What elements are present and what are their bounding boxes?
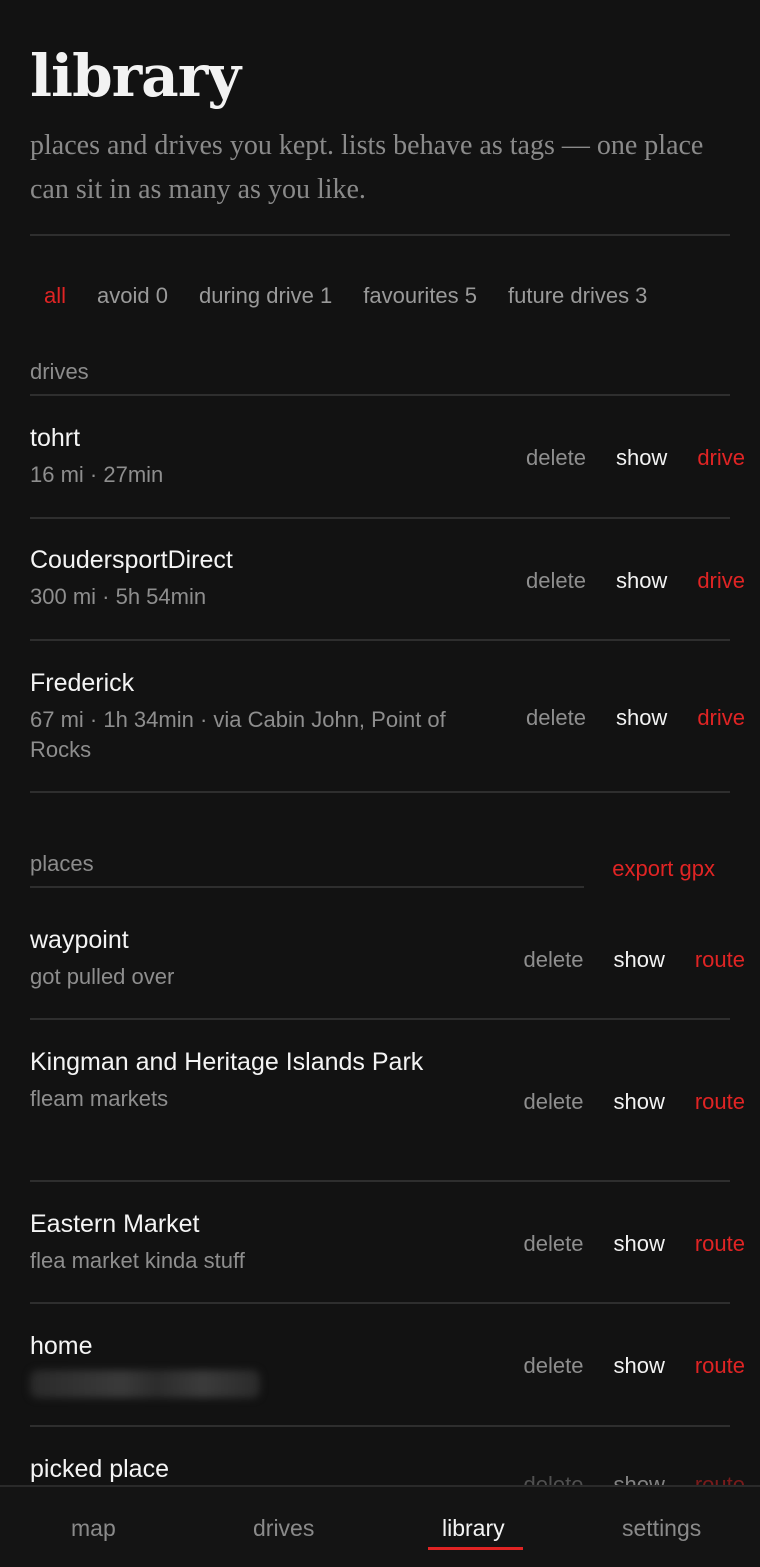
delete-button[interactable]: delete bbox=[524, 1472, 584, 1485]
divider bbox=[30, 234, 730, 236]
bottom-nav: map drives library settings bbox=[0, 1485, 760, 1567]
place-actions: delete show route bbox=[524, 947, 745, 973]
place-actions: delete show route bbox=[524, 1353, 745, 1379]
place-actions: delete show route bbox=[524, 1231, 745, 1257]
show-button[interactable]: show bbox=[616, 705, 667, 731]
page-subtitle: places and drives you kept. lists behave… bbox=[30, 130, 704, 205]
library-page: library places and drives you kept. list… bbox=[0, 0, 760, 1485]
drive-actions: delete show drive bbox=[526, 445, 745, 471]
filter-during-drive[interactable]: during drive 1 bbox=[199, 283, 332, 309]
show-button[interactable]: show bbox=[613, 1353, 664, 1379]
show-button[interactable]: show bbox=[613, 1231, 664, 1257]
nav-settings[interactable]: settings bbox=[622, 1515, 701, 1542]
nav-library[interactable]: library bbox=[442, 1515, 505, 1542]
delete-button[interactable]: delete bbox=[524, 947, 584, 973]
show-button[interactable]: show bbox=[613, 1089, 664, 1115]
delete-button[interactable]: delete bbox=[524, 1353, 584, 1379]
filter-avoid[interactable]: avoid 0 bbox=[97, 283, 168, 309]
drive-button[interactable]: drive bbox=[697, 445, 745, 471]
route-button[interactable]: route bbox=[695, 1472, 745, 1485]
route-button[interactable]: route bbox=[695, 1353, 745, 1379]
nav-drives[interactable]: drives bbox=[253, 1515, 314, 1542]
show-button[interactable]: show bbox=[613, 1472, 664, 1485]
show-button[interactable]: show bbox=[616, 445, 667, 471]
divider bbox=[30, 639, 730, 641]
delete-button[interactable]: delete bbox=[524, 1089, 584, 1115]
divider bbox=[30, 886, 584, 888]
delete-button[interactable]: delete bbox=[524, 1231, 584, 1257]
delete-button[interactable]: delete bbox=[526, 445, 586, 471]
divider bbox=[30, 517, 730, 519]
drive-detail: 67 mi · 1h 34min · via Cabin John, Point… bbox=[30, 707, 446, 762]
filter-favourites[interactable]: favourites 5 bbox=[363, 283, 477, 309]
delete-button[interactable]: delete bbox=[526, 705, 586, 731]
drive-name: Frederick bbox=[30, 669, 135, 697]
divider bbox=[30, 394, 730, 396]
drives-section-label: drives bbox=[30, 359, 89, 384]
export-gpx-button[interactable]: export gpx bbox=[612, 856, 715, 882]
redacted-address bbox=[30, 1370, 260, 1398]
show-button[interactable]: show bbox=[616, 568, 667, 594]
place-name: Kingman and Heritage Islands Park bbox=[30, 1048, 424, 1076]
route-button[interactable]: route bbox=[695, 947, 745, 973]
divider bbox=[30, 1302, 730, 1304]
nav-map[interactable]: map bbox=[71, 1515, 116, 1542]
place-actions: delete show route bbox=[524, 1089, 745, 1115]
drive-button[interactable]: drive bbox=[697, 568, 745, 594]
place-actions: delete show route bbox=[524, 1472, 745, 1485]
divider bbox=[30, 1018, 730, 1020]
drive-button[interactable]: drive bbox=[697, 705, 745, 731]
active-tab-indicator bbox=[428, 1547, 523, 1550]
drive-actions: delete show drive bbox=[526, 705, 745, 731]
divider bbox=[30, 791, 730, 793]
show-button[interactable]: show bbox=[613, 947, 664, 973]
delete-button[interactable]: delete bbox=[526, 568, 586, 594]
list-filter-bar: all avoid 0 during drive 1 favourites 5 … bbox=[44, 283, 647, 309]
route-button[interactable]: route bbox=[695, 1231, 745, 1257]
filter-all[interactable]: all bbox=[44, 283, 66, 309]
drive-actions: delete show drive bbox=[526, 568, 745, 594]
places-section-label: places bbox=[30, 851, 94, 876]
page-title: library bbox=[30, 42, 241, 110]
route-button[interactable]: route bbox=[695, 1089, 745, 1115]
filter-future-drives[interactable]: future drives 3 bbox=[508, 283, 647, 309]
divider bbox=[30, 1425, 730, 1427]
divider bbox=[30, 1180, 730, 1182]
